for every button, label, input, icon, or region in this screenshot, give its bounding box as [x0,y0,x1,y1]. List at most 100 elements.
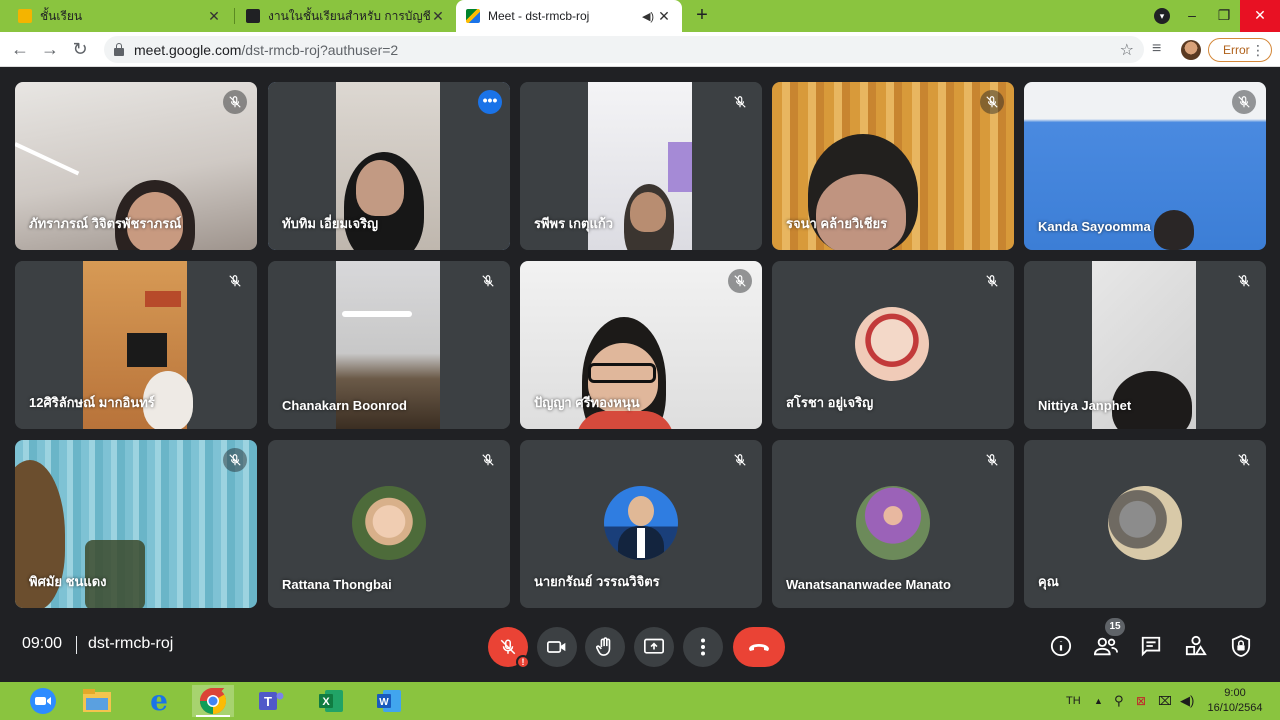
url-text: meet.google.com/dst-rmcb-roj?authuser=2 [134,42,398,58]
volume-icon[interactable]: ◀) [1180,682,1194,720]
tab-title: Meet - dst-rmcb-roj [488,9,590,23]
network-icon[interactable]: ⚲ [1114,682,1124,720]
participant-name: Wanatsananwadee Manato [786,577,951,592]
mic-off-icon [1232,269,1256,293]
participant-tile[interactable]: Wanatsananwadee Manato [772,440,1014,608]
activities-icon[interactable] [1183,633,1209,659]
meeting-code: dst-rmcb-roj [88,635,174,652]
participant-tile[interactable]: คุณ [1024,440,1266,608]
svg-text:X: X [322,696,330,708]
back-icon[interactable]: ← [8,38,32,60]
reading-list-icon[interactable]: ≡ [1152,40,1161,58]
participant-tile[interactable]: Rattana Thongbai [268,440,510,608]
tab-divider [234,8,235,24]
divider [76,636,77,654]
camera-icon [547,641,566,653]
participant-tile[interactable]: Kanda Sayoomma [1024,82,1266,250]
speaker-icon[interactable]: ◀) [640,10,656,23]
minimize-icon[interactable]: – [1174,0,1210,32]
participant-tile[interactable]: 12ศิริลักษณ์ มากอินทร์ [15,261,257,429]
participant-name: สโรชา อยู่เจริญ [786,395,874,410]
internet-explorer-icon[interactable]: e [138,685,180,717]
reload-icon[interactable]: ↻ [68,38,92,60]
leave-call-button[interactable] [733,627,785,667]
tab-search-icon[interactable]: ▾ [1154,8,1170,24]
camera-toggle-button[interactable] [537,627,577,667]
forward-icon[interactable]: → [38,38,62,60]
meeting-controls-bar: 09:00 dst-rmcb-roj ! [0,620,1280,682]
tab-meet[interactable]: Meet - dst-rmcb-roj ◀) ✕ [456,0,682,32]
profile-avatar [856,486,930,560]
participant-tile[interactable]: รพีพร เกตุแก้ว [520,82,762,250]
participant-tile[interactable]: สโรชา อยู่เจริญ [772,261,1014,429]
mic-off-icon [728,90,752,114]
close-tab-icon[interactable]: ✕ [430,8,446,25]
excel-icon[interactable]: X [310,685,352,717]
taskbar-clock[interactable]: 9:00 16/10/2564 [1200,686,1270,716]
close-tab-icon[interactable]: ✕ [656,8,672,25]
new-tab-button[interactable]: + [690,4,714,28]
raise-hand-button[interactable] [585,627,625,667]
chrome-icon[interactable] [192,685,234,717]
meeting-details-icon[interactable] [1048,633,1074,659]
bookmark-star-icon[interactable]: ☆ [1120,40,1134,60]
mic-off-icon [223,90,247,114]
mic-off-icon [980,269,1004,293]
teams-icon[interactable]: T [250,685,292,717]
participant-name: ทับทิม เอี่ยมเจริญ [282,216,379,231]
present-icon [644,638,664,654]
network-error-icon[interactable]: ⊠ [1136,682,1146,720]
participant-name: คุณ [1038,574,1059,589]
participant-name: รพีพร เกตุแก้ว [534,216,614,231]
participant-tile[interactable]: Chanakarn Boonrod [268,261,510,429]
profile-avatar [604,486,678,560]
people-icon[interactable] [1093,633,1119,659]
address-bar[interactable]: meet.google.com/dst-rmcb-roj?authuser=2 … [104,36,1144,63]
microphone-toggle-button[interactable]: ! [488,627,530,669]
participant-name: Rattana Thongbai [282,577,392,592]
host-controls-icon[interactable] [1228,633,1254,659]
profile-avatar [352,486,426,560]
mic-off-icon [980,90,1004,114]
chat-icon[interactable] [1138,633,1164,659]
participant-name: Nittiya Janphet [1038,398,1132,413]
more-options-button[interactable] [683,627,723,667]
participant-tile[interactable]: ••• ทับทิม เอี่ยมเจริญ [268,82,510,250]
participant-tile[interactable]: Nittiya Janphet [1024,261,1266,429]
tab-classwork[interactable]: งานในชั้นเรียนสำหรับ การบัญชีเบื้องต้น ✕ [236,0,456,32]
mic-off-icon [1232,90,1256,114]
participant-grid: ภัทราภรณ์ วิจิตรพัชราภรณ์ ••• ทับทิม เอี… [0,67,1280,620]
power-icon[interactable]: ⌧ [1158,682,1172,720]
show-hidden-icons-icon[interactable]: ▲ [1094,682,1103,720]
participant-name: 12ศิริลักษณ์ มากอินทร์ [29,395,155,410]
participant-tile[interactable]: ภัทราภรณ์ วิจิตรพัชราภรณ์ [15,82,257,250]
classwork-icon [246,9,260,23]
zoom-icon[interactable] [22,685,64,717]
close-tab-icon[interactable]: ✕ [206,8,222,25]
participant-count-badge: 15 [1105,618,1125,636]
file-explorer-icon[interactable] [76,685,118,717]
mic-off-icon [500,639,516,655]
svg-text:W: W [379,697,389,708]
participant-tile[interactable]: รจนา คล้ายวิเชียร [772,82,1014,250]
more-vert-icon [701,638,705,656]
url-host: meet.google.com [134,41,242,58]
input-language[interactable]: TH [1066,682,1081,720]
profile-avatar [855,307,929,381]
more-options-icon[interactable]: ••• [478,90,502,114]
url-path: /dst-rmcb-roj?authuser=2 [241,41,399,58]
word-icon[interactable]: W [368,685,410,717]
error-button[interactable]: Error [1208,38,1272,62]
mic-off-icon [728,269,752,293]
participant-tile[interactable]: ปัญญา ศรีทองหนุน [520,261,762,429]
participant-tile[interactable]: นายกรัณย์ วรรณวิจิตร [520,440,762,608]
svg-text:T: T [264,694,272,709]
participant-name: ปัญญา ศรีทองหนุน [534,395,640,410]
close-window-icon[interactable]: ✕ [1240,0,1280,32]
taskbar-time: 9:00 [1224,687,1246,699]
restore-icon[interactable]: ❐ [1206,0,1242,32]
profile-avatar[interactable] [1181,40,1201,60]
participant-tile[interactable]: พิศมัย ชนแดง [15,440,257,608]
tab-classroom[interactable]: ชั้นเรียน ✕ [8,0,232,32]
present-screen-button[interactable] [634,627,674,667]
